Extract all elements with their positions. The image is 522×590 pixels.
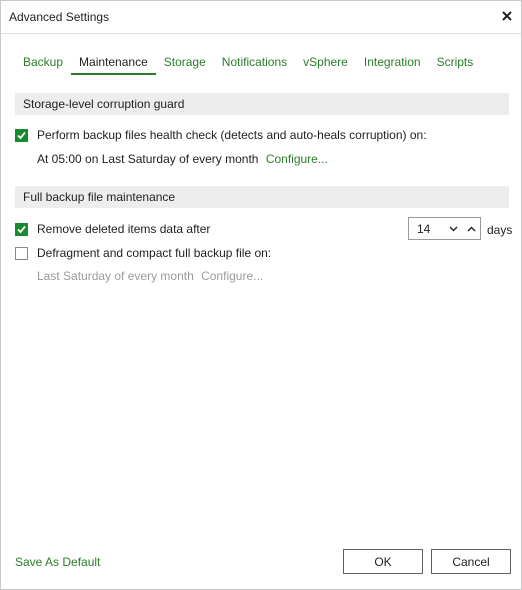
health-check-row[interactable]: Perform backup files health check (detec… — [15, 128, 427, 142]
increment-button[interactable] — [462, 218, 480, 239]
defragment-checkbox[interactable] — [15, 246, 28, 260]
defragment-row[interactable]: Defragment and compact full backup file … — [15, 246, 271, 260]
health-check-configure-link[interactable]: Configure... — [266, 152, 328, 166]
tab-integration[interactable]: Integration — [356, 53, 429, 73]
section-header-full-backup: Full backup file maintenance — [15, 186, 509, 208]
decrement-button[interactable] — [444, 218, 462, 239]
defragment-schedule: Last Saturday of every month — [37, 269, 194, 283]
health-check-schedule: At 05:00 on Last Saturday of every month — [37, 152, 259, 166]
tab-strip: Backup Maintenance Storage Notifications… — [15, 53, 481, 75]
defragment-label: Defragment and compact full backup file … — [37, 246, 272, 260]
retention-days-value[interactable]: 14 — [409, 222, 444, 236]
tab-vsphere[interactable]: vSphere — [295, 53, 356, 73]
remove-deleted-row[interactable]: Remove deleted items data after — [15, 222, 210, 236]
tab-maintenance[interactable]: Maintenance — [71, 53, 156, 75]
remove-deleted-checkbox[interactable] — [15, 222, 28, 236]
defragment-schedule-line: Last Saturday of every month Configure..… — [37, 269, 263, 283]
chevron-up-icon — [467, 226, 475, 231]
tab-scripts[interactable]: Scripts — [429, 53, 482, 73]
close-icon — [502, 11, 512, 21]
tab-notifications[interactable]: Notifications — [214, 53, 295, 73]
health-check-schedule-line: At 05:00 on Last Saturday of every month… — [37, 152, 328, 166]
cancel-button[interactable]: Cancel — [431, 549, 511, 574]
health-check-checkbox[interactable] — [15, 128, 28, 142]
retention-days-stepper[interactable]: 14 — [408, 217, 481, 240]
retention-days-unit: days — [487, 223, 513, 237]
remove-deleted-label: Remove deleted items data after — [37, 222, 211, 236]
advanced-settings-dialog: Advanced Settings Backup Maintenance Sto… — [0, 0, 522, 590]
checkmark-icon — [17, 131, 26, 139]
save-as-default-link[interactable]: Save As Default — [15, 555, 100, 569]
tab-storage[interactable]: Storage — [156, 53, 214, 73]
section-header-corruption-guard: Storage-level corruption guard — [15, 93, 509, 115]
health-check-label: Perform backup files health check (detec… — [37, 128, 427, 142]
chevron-down-icon — [449, 226, 457, 231]
dialog-title: Advanced Settings — [9, 10, 110, 24]
close-button[interactable] — [497, 6, 517, 26]
tab-backup[interactable]: Backup — [15, 53, 71, 73]
title-bar: Advanced Settings — [1, 1, 521, 34]
defragment-configure-link: Configure... — [201, 269, 264, 283]
ok-button[interactable]: OK — [343, 549, 423, 574]
checkmark-icon — [17, 225, 26, 233]
